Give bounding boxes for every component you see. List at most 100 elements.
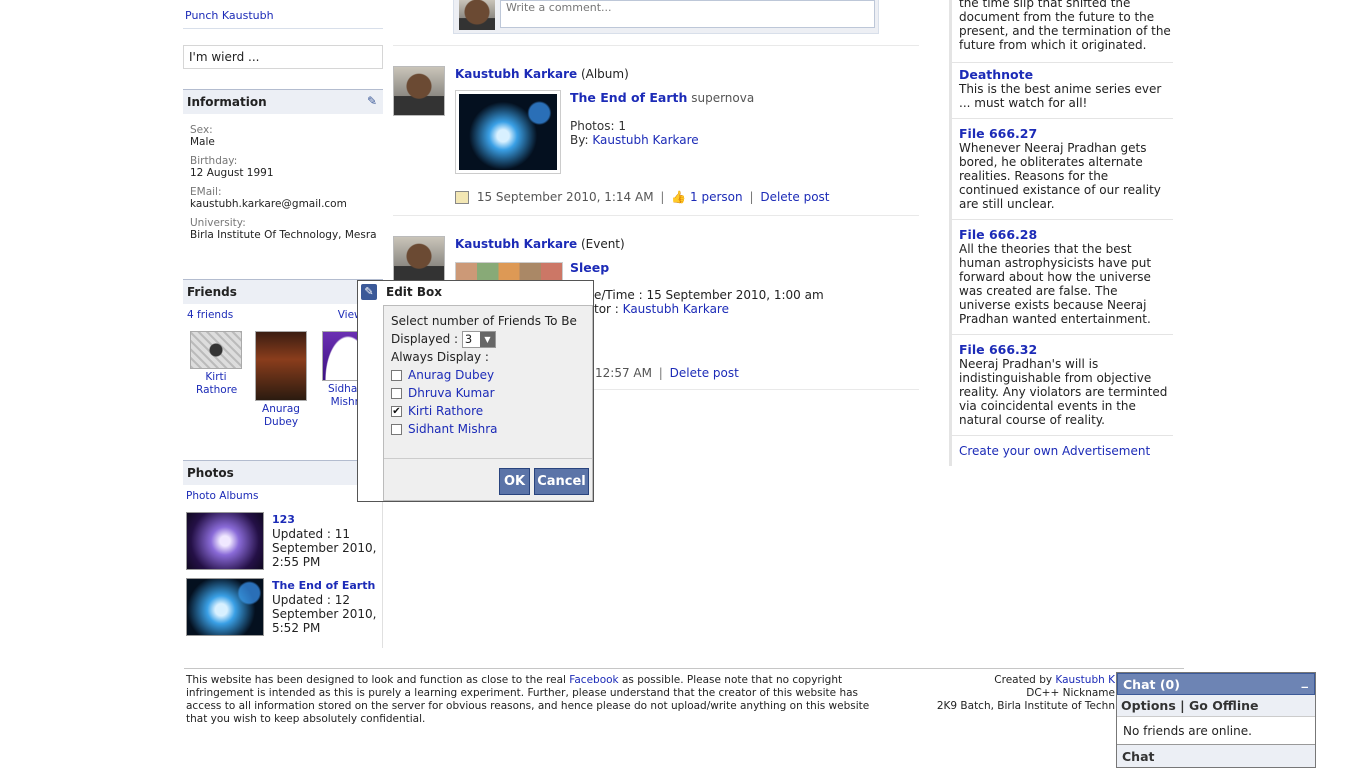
album-thumbnail[interactable] — [186, 578, 264, 636]
ad-item[interactable]: File 666.32 Neeraj Pradhan's will is ind… — [959, 343, 1171, 428]
option-name[interactable]: Dhruva Kumar — [408, 386, 495, 400]
post-album-subtitle: supernova — [691, 91, 755, 105]
always-display-option[interactable]: ✔ Kirti Rathore — [391, 402, 585, 420]
event-details: e/Time : 15 September 2010, 1:00 am tor … — [594, 288, 824, 316]
album-title[interactable]: The End of Earth — [272, 579, 375, 592]
checkbox[interactable] — [391, 388, 402, 399]
friend-avatar[interactable] — [255, 331, 307, 401]
ad-divider — [952, 219, 1173, 220]
post-album-title[interactable]: The End of Earth — [570, 90, 687, 105]
album-item[interactable]: The End of Earth Updated : 12 September … — [186, 578, 382, 638]
event-title[interactable]: Sleep — [570, 260, 609, 275]
post-album-image[interactable] — [455, 90, 561, 174]
always-display-option[interactable]: Sidhant Mishra — [391, 420, 585, 438]
post-avatar[interactable] — [393, 236, 445, 286]
photo-albums-link[interactable]: Photo Albums — [186, 490, 258, 502]
friends-count-select[interactable]: 3 ▼ — [461, 331, 496, 348]
info-label: Sex: — [190, 124, 213, 136]
option-name[interactable]: Kirti Rathore — [408, 404, 483, 418]
always-display-option[interactable]: Dhruva Kumar — [391, 384, 585, 402]
option-name[interactable]: Sidhant Mishra — [408, 422, 497, 436]
go-offline-button[interactable]: Go Offline — [1189, 698, 1258, 713]
post-author[interactable]: Kaustubh Karkare — [455, 237, 577, 251]
post-header: Kaustubh Karkare (Event) — [455, 237, 625, 251]
always-display-option[interactable]: Anurag Dubey — [391, 366, 585, 384]
ad-divider — [952, 118, 1173, 119]
ad-title[interactable]: Deathnote — [959, 68, 1171, 82]
create-ad-link-text[interactable]: Create your own Advertisement — [959, 444, 1150, 458]
friend-name[interactable]: Kirti Rathore — [196, 371, 237, 397]
event-creator-label: tor : — [594, 302, 619, 316]
post-type: (Album) — [580, 67, 629, 81]
checkbox-checked[interactable]: ✔ — [391, 406, 402, 417]
post-footer: 12:57 AM | Delete post — [595, 366, 739, 380]
punch-link-text[interactable]: Punch Kaustubh — [185, 9, 274, 22]
create-ad-link[interactable]: Create your own Advertisement — [959, 444, 1171, 458]
post-time: 12:57 AM — [595, 366, 652, 380]
post-avatar[interactable] — [393, 66, 445, 116]
delete-post-link[interactable]: Delete post — [760, 190, 829, 204]
photo-albums-link-text[interactable]: Photo Albums — [186, 490, 258, 502]
friend-name[interactable]: Anurag Dubey — [261, 403, 301, 429]
album-thumbnail[interactable] — [186, 512, 264, 570]
post-photo-count: Photos: 1 — [570, 119, 626, 133]
edit-box-title-bar: ✎ Edit Box — [358, 281, 593, 305]
chevron-down-icon[interactable]: ▼ — [479, 332, 495, 347]
friends-count-value: 3 — [464, 332, 473, 346]
post-type: (Event) — [580, 237, 625, 251]
post-info: Sleep — [570, 261, 609, 275]
ok-button[interactable]: OK — [499, 468, 530, 495]
ad-title[interactable]: File 666.32 — [959, 343, 1171, 357]
like-icon[interactable]: 👍 — [671, 190, 686, 204]
ad-divider — [952, 62, 1173, 63]
footer-divider — [184, 668, 1184, 669]
ad-item[interactable]: File 666.27 Whenever Neeraj Pradhan gets… — [959, 127, 1171, 212]
ad-title[interactable]: File 666.28 — [959, 228, 1171, 242]
album-item[interactable]: 123 Updated : 11 September 2010, 2:55 PM — [186, 512, 382, 572]
event-creator-link[interactable]: Kaustubh Karkare — [623, 302, 729, 316]
chat-title[interactable]: Chat (0) — [1123, 677, 1180, 692]
status-text: I'm wierd ... — [183, 45, 383, 69]
ad-item[interactable]: File 666.28 All the theories that the be… — [959, 228, 1171, 327]
ad-item[interactable]: Deathnote This is the best anime series … — [959, 68, 1171, 111]
chat-header[interactable]: Chat (0) _ — [1117, 673, 1315, 695]
option-name[interactable]: Anurag Dubey — [408, 368, 494, 382]
pencil-icon[interactable]: ✎ — [367, 94, 377, 108]
info-value: Birla Institute Of Technology, Mesra — [190, 229, 377, 241]
information-title: Information — [187, 95, 267, 109]
friend-card[interactable]: Kirti Rathore — [189, 331, 243, 397]
friend-avatar[interactable] — [190, 331, 242, 369]
info-label: University: — [190, 217, 246, 229]
post-by-label: By: — [570, 133, 589, 147]
facebook-link[interactable]: Facebook — [569, 674, 618, 686]
post-by-link[interactable]: Kaustubh Karkare — [592, 133, 698, 147]
checkbox[interactable] — [391, 370, 402, 381]
edit-box-title: Edit Box — [386, 285, 442, 299]
checkbox[interactable] — [391, 424, 402, 435]
comment-input[interactable]: Write a comment... — [500, 0, 875, 28]
delete-post-link[interactable]: Delete post — [670, 366, 739, 380]
chat-footer[interactable]: Chat — [1117, 745, 1315, 767]
chat-options-button[interactable]: Options — [1121, 698, 1176, 713]
punch-link[interactable]: Punch Kaustubh — [183, 8, 383, 29]
photos-header: Photos — [183, 460, 383, 485]
ad-divider — [952, 435, 1173, 436]
ad-body: Neeraj Pradhan's will is indistinguishab… — [959, 357, 1168, 427]
likes-link[interactable]: 1 person — [690, 190, 743, 204]
info-value: 12 August 1991 — [190, 167, 274, 179]
information-body: Sex: Male Birthday: 12 August 1991 EMail… — [190, 124, 380, 248]
ad-title[interactable]: File 666.27 — [959, 127, 1171, 141]
post-author[interactable]: Kaustubh Karkare — [455, 67, 577, 81]
friends-count-link[interactable]: 4 friends — [187, 309, 233, 321]
cancel-button[interactable]: Cancel — [534, 468, 589, 495]
edit-box-buttons: OK Cancel — [384, 458, 592, 500]
created-by-link[interactable]: Kaustubh K — [1055, 674, 1115, 686]
ad-text-top: the time slip that shifted the document … — [959, 0, 1171, 52]
info-value: Male — [190, 136, 215, 148]
album-updated: Updated : 11 September 2010, 2:55 PM — [272, 527, 377, 569]
batch-info: 2K9 Batch, Birla Institute of Techn — [936, 700, 1115, 712]
minimize-icon[interactable]: _ — [1302, 674, 1309, 689]
friend-card[interactable]: Anurag Dubey — [254, 331, 308, 429]
album-title[interactable]: 123 — [272, 513, 295, 526]
chat-status: No friends are online. — [1117, 717, 1315, 745]
